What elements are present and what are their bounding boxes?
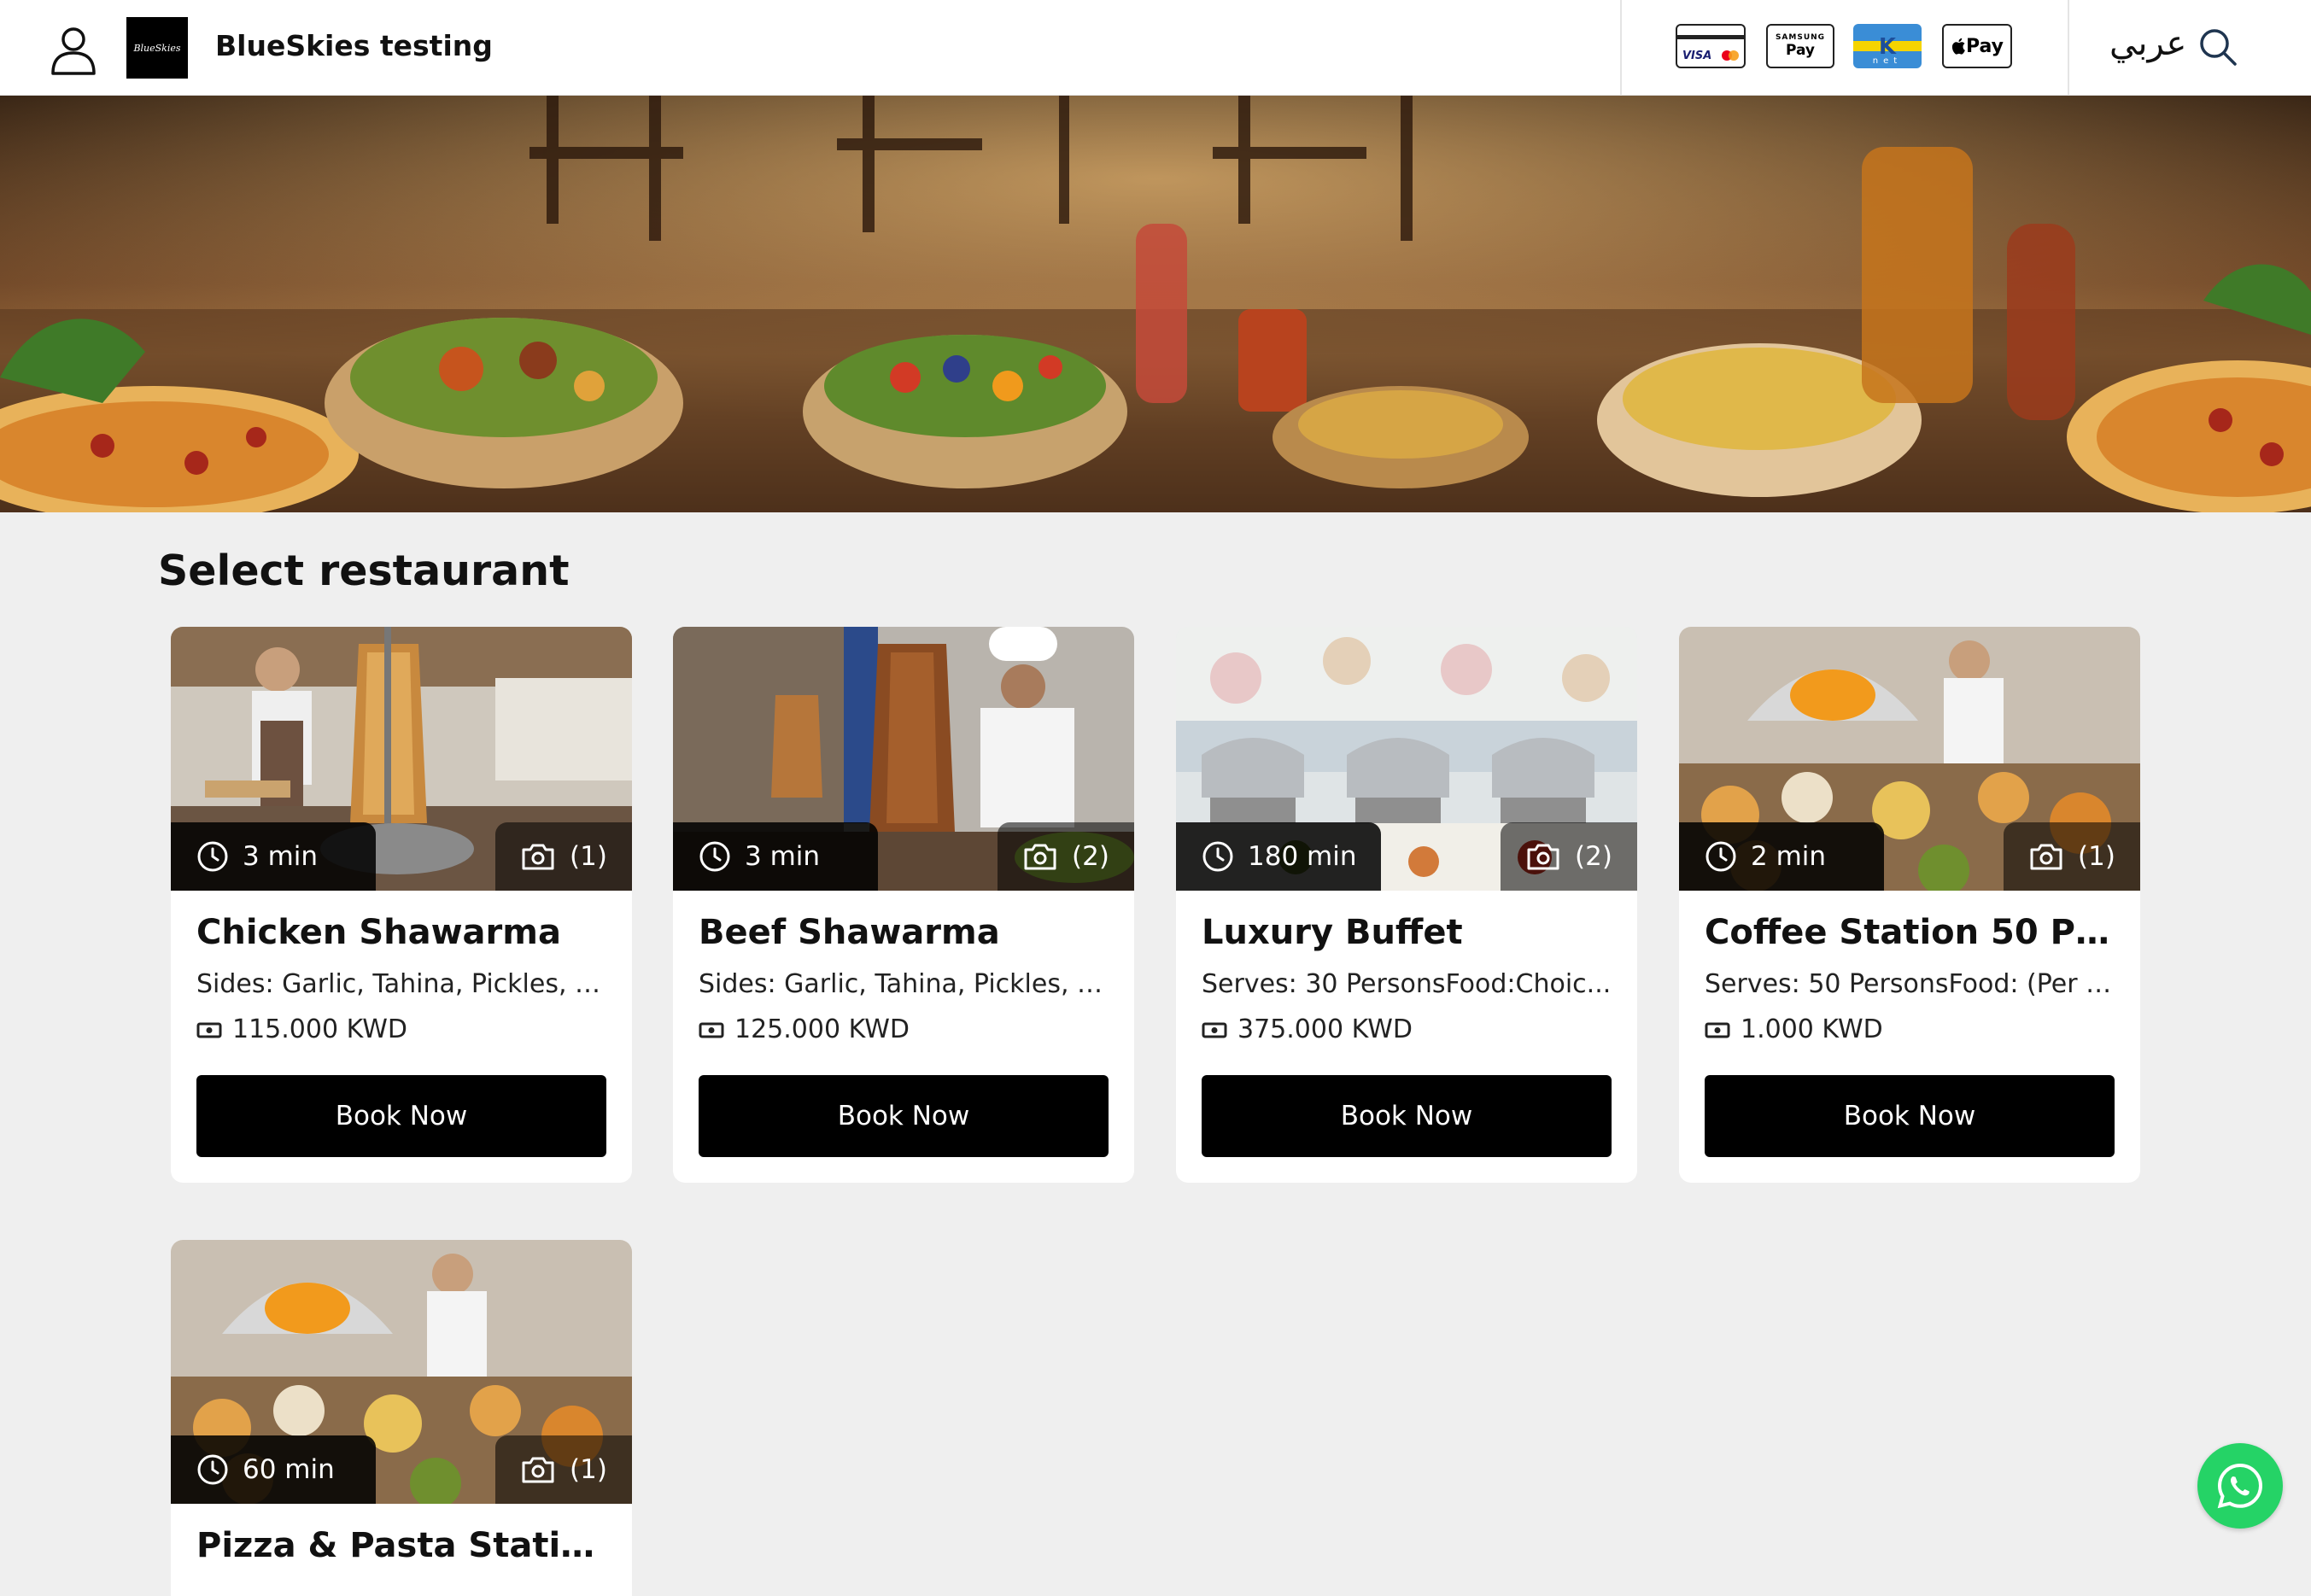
card-image[interactable]: 3 min (1) bbox=[171, 627, 632, 891]
price-value: 115.000 KWD bbox=[232, 1014, 407, 1044]
user-account-icon[interactable] bbox=[50, 26, 97, 75]
restaurant-card[interactable]: 2 min (1) Coffee Station 50 Pers... Serv… bbox=[1679, 627, 2140, 1183]
card-title[interactable]: Coffee Station 50 Pers... bbox=[1705, 913, 2115, 961]
knet-label: net bbox=[1872, 56, 1903, 66]
card-description: Serves: 50 PersonsFood: (Per P... bbox=[1705, 969, 2115, 999]
clock-icon bbox=[197, 841, 228, 872]
prep-time: 3 min bbox=[745, 841, 821, 872]
photo-count: (1) bbox=[2078, 841, 2115, 872]
photo-count-badge[interactable]: (2) bbox=[998, 822, 1134, 891]
hero-food-image bbox=[0, 96, 2311, 512]
photo-count-badge[interactable]: (1) bbox=[495, 822, 632, 891]
hero-banner bbox=[0, 96, 2311, 512]
language-toggle[interactable]: عربي bbox=[2109, 24, 2186, 63]
visa-label: VISA bbox=[1682, 50, 1712, 62]
apple-icon bbox=[1951, 38, 1965, 55]
prep-time-badge: 60 min bbox=[171, 1435, 376, 1504]
photo-count: (2) bbox=[1072, 841, 1109, 872]
top-header: BlueSkies BlueSkies testing VISA SAMSUNG… bbox=[0, 0, 2311, 96]
photo-count: (2) bbox=[1575, 841, 1612, 872]
card-price: 375.000 KWD bbox=[1202, 1014, 1612, 1044]
money-icon bbox=[1202, 1022, 1227, 1038]
clock-icon bbox=[1705, 841, 1736, 872]
card-description: Sides: Garlic, Tahina, Pickles, L... bbox=[196, 969, 606, 999]
camera-icon bbox=[522, 844, 554, 870]
apple-pay-icon: Pay bbox=[1942, 24, 2012, 68]
apple-pay-label: Pay bbox=[1965, 35, 2004, 57]
price-value: 375.000 KWD bbox=[1237, 1014, 1413, 1044]
card-price: 115.000 KWD bbox=[196, 1014, 606, 1044]
money-icon bbox=[699, 1022, 724, 1038]
photo-count-badge[interactable]: (1) bbox=[495, 1435, 632, 1504]
logo-text: BlueSkies bbox=[133, 42, 181, 54]
clock-icon bbox=[1202, 841, 1233, 872]
book-now-button[interactable]: Book Now bbox=[699, 1075, 1109, 1157]
card-icon: VISA bbox=[1676, 24, 1746, 68]
camera-icon bbox=[522, 1457, 554, 1483]
book-now-button[interactable]: Book Now bbox=[196, 1075, 606, 1157]
clock-icon bbox=[197, 1454, 228, 1485]
money-icon bbox=[1705, 1022, 1730, 1038]
prep-time-badge: 180 min bbox=[1176, 822, 1381, 891]
knet-icon: K net bbox=[1853, 24, 1922, 68]
restaurant-card[interactable]: 180 min (2) Luxury Buffet Serves: 30 Per… bbox=[1176, 627, 1637, 1183]
prep-time-badge: 2 min bbox=[1679, 822, 1884, 891]
card-title[interactable]: Pizza & Pasta Station bbox=[196, 1526, 606, 1574]
book-now-button[interactable]: Book Now bbox=[1705, 1075, 2115, 1157]
clock-icon bbox=[699, 841, 730, 872]
prep-time: 2 min bbox=[1751, 841, 1827, 872]
card-title[interactable]: Beef Shawarma bbox=[699, 913, 1109, 961]
prep-time-badge: 3 min bbox=[171, 822, 376, 891]
card-description: Serves: 30 PersonsFood:Choic... bbox=[1202, 969, 1612, 999]
card-description: Sides: Garlic, Tahina, Pickles, L... bbox=[699, 969, 1109, 999]
camera-icon bbox=[2030, 844, 2062, 870]
restaurant-card[interactable]: 60 min (1) Pizza & Pasta Station bbox=[171, 1240, 632, 1596]
price-value: 1.000 KWD bbox=[1741, 1014, 1883, 1044]
camera-icon bbox=[1527, 844, 1559, 870]
price-value: 125.000 KWD bbox=[734, 1014, 910, 1044]
search-icon[interactable] bbox=[2198, 27, 2238, 67]
photo-count: (1) bbox=[570, 841, 607, 872]
card-title[interactable]: Luxury Buffet bbox=[1202, 913, 1612, 961]
restaurant-card[interactable]: 3 min (2) Beef Shawarma Sides: Garlic, T… bbox=[673, 627, 1134, 1183]
card-image[interactable]: 60 min (1) bbox=[171, 1240, 632, 1504]
book-now-button[interactable]: Book Now bbox=[1202, 1075, 1612, 1157]
restaurant-card[interactable]: 3 min (1) Chicken Shawarma Sides: Garlic… bbox=[171, 627, 632, 1183]
prep-time: 3 min bbox=[243, 841, 319, 872]
divider bbox=[2068, 0, 2069, 96]
section-title: Select restaurant bbox=[158, 547, 570, 595]
card-title[interactable]: Chicken Shawarma bbox=[196, 913, 606, 961]
card-price: 125.000 KWD bbox=[699, 1014, 1109, 1044]
photo-count-badge[interactable]: (1) bbox=[2004, 822, 2140, 891]
prep-time-badge: 3 min bbox=[673, 822, 878, 891]
prep-time: 60 min bbox=[243, 1454, 335, 1485]
card-image[interactable]: 3 min (2) bbox=[673, 627, 1134, 891]
card-price: 1.000 KWD bbox=[1705, 1014, 2115, 1044]
samsung-pay-icon: SAMSUNG Pay bbox=[1766, 24, 1834, 68]
whatsapp-icon bbox=[2217, 1463, 2263, 1509]
card-image[interactable]: 2 min (1) bbox=[1679, 627, 2140, 891]
photo-count-badge[interactable]: (2) bbox=[1501, 822, 1637, 891]
divider bbox=[1620, 0, 1622, 96]
brand-logo[interactable]: BlueSkies bbox=[126, 17, 188, 79]
samsung-pay-label: Pay bbox=[1785, 42, 1816, 59]
brand-name: BlueSkies testing bbox=[215, 29, 493, 62]
camera-icon bbox=[1024, 844, 1056, 870]
photo-count: (1) bbox=[570, 1454, 607, 1485]
card-image[interactable]: 180 min (2) bbox=[1176, 627, 1637, 891]
prep-time: 180 min bbox=[1248, 841, 1357, 872]
whatsapp-chat-button[interactable] bbox=[2197, 1443, 2283, 1529]
samsung-label: SAMSUNG bbox=[1775, 33, 1826, 42]
money-icon bbox=[196, 1022, 222, 1038]
